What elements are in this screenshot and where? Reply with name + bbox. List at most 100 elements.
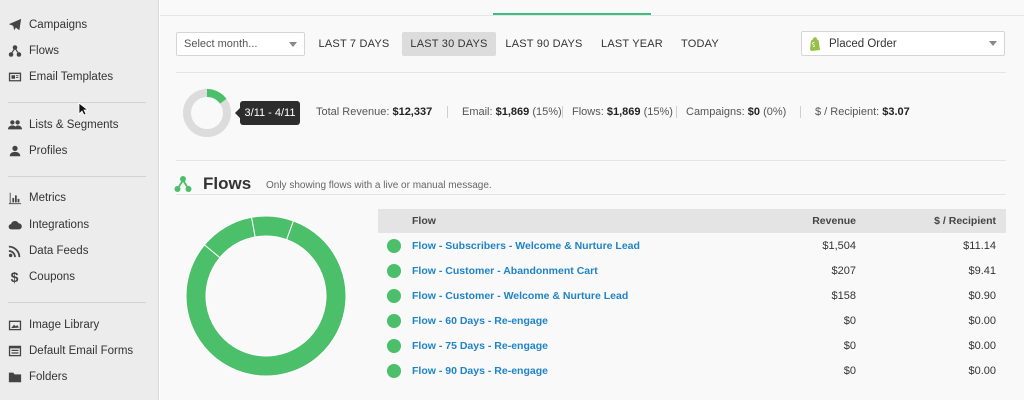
flows-section-title: Flows [203,174,252,193]
stat-label: Campaigns: [686,106,745,118]
sidebar-item-label: Flows [29,45,60,57]
sidebar-item-email-templates[interactable]: Email Templates [0,65,159,89]
stat-value: $3.07 [882,106,910,118]
chevron-down-icon [289,42,297,47]
user-icon [7,144,22,158]
stat-label: Total Revenue: [316,106,390,118]
donut-segment-2 [251,215,295,241]
per-recipient-cell: $11.14 [963,239,996,252]
section-divider [176,194,1006,195]
stat-percent: (15%) [643,106,673,118]
form-icon [7,344,22,358]
top-divider [160,15,1024,16]
flow-link[interactable]: Flow - 60 Days - Re-engage [412,315,548,327]
per-recipient-cell: $0.00 [968,314,996,327]
main-content: Select month... LAST 7 DAYS LAST 30 DAYS… [160,0,1024,400]
range-last-30-days[interactable]: LAST 30 DAYS [402,32,496,56]
column-header-revenue[interactable]: Revenue [812,215,856,227]
column-header-per-recipient[interactable]: $ / Recipient [934,215,996,227]
stat-value: $1,869 [495,106,530,118]
sidebar-item-coupons[interactable]: $ Coupons [0,265,159,289]
sidebar-divider [8,102,146,103]
date-range-tooltip: 3/11 - 4/11 [235,101,300,125]
chevron-down-icon [989,41,997,46]
table-row: Flow - 60 Days - Re-engage $0 $0.00 [378,308,1006,333]
metric-select-value: Placed Order [829,37,897,50]
table-row: Flow - Subscribers - Welcome & Nurture L… [378,233,1006,258]
paper-plane-icon [7,18,22,32]
flow-link[interactable]: Flow - 90 Days - Re-engage [412,365,548,377]
stat-separator [676,106,677,118]
table-row: Flow - Customer - Welcome & Nurture Lead… [378,283,1006,308]
sidebar-item-profiles[interactable]: Profiles [0,139,159,163]
folder-icon [7,370,22,384]
mouse-pointer-icon [78,102,88,116]
per-recipient-cell: $0.00 [968,339,996,352]
revenue-cell: $207 [831,264,856,277]
sidebar: Campaigns Flows Email Templates Lists & … [0,0,159,400]
sidebar-item-label: Profiles [29,145,68,157]
revenue-share-donut [183,89,231,137]
sidebar-item-flows[interactable]: Flows [0,39,159,63]
users-icon [7,118,22,132]
sidebar-item-integrations[interactable]: Integrations [0,213,159,237]
per-recipient-stat: $ / Recipient: $3.07 [815,106,910,118]
month-select-value: Select month... [184,38,258,50]
sidebar-item-label: Image Library [29,319,100,331]
table-row: Flow - 75 Days - Re-engage $0 $0.00 [378,333,1006,358]
sidebar-item-lists-segments[interactable]: Lists & Segments [0,113,159,137]
metric-select[interactable]: Placed Order [801,31,1005,56]
total-revenue-stat: Total Revenue: $12,337 [316,106,432,118]
range-last-90-days[interactable]: LAST 90 DAYS [501,32,587,56]
stat-value: $1,869 [606,106,641,118]
sidebar-item-data-feeds[interactable]: Data Feeds [0,239,159,263]
stat-separator [800,106,801,118]
status-dot [387,363,401,378]
sidebar-item-metrics[interactable]: Metrics [0,186,159,210]
cloud-icon [7,218,22,232]
revenue-cell: $0 [843,314,856,327]
stat-label: Flows: [572,106,604,118]
range-today[interactable]: TODAY [676,32,724,56]
flows-stat: Flows: $1,869 (15%) [572,106,673,118]
flow-link[interactable]: Flow - Subscribers - Welcome & Nurture L… [412,240,640,252]
revenue-cell: $158 [831,289,856,302]
sidebar-item-label: Default Email Forms [29,345,134,357]
range-last-year[interactable]: LAST YEAR [597,32,667,56]
sidebar-item-default-email-forms[interactable]: Default Email Forms [0,339,159,363]
flow-link[interactable]: Flow - 75 Days - Re-engage [412,340,548,352]
flow-link[interactable]: Flow - Customer - Abandonment Cart [412,265,598,277]
sidebar-item-folders[interactable]: Folders [0,365,159,389]
sidebar-item-label: Campaigns [29,19,88,31]
stat-separator [562,106,563,118]
sidebar-item-label: Lists & Segments [29,119,119,131]
sidebar-divider [8,302,146,303]
sidebar-item-image-library[interactable]: Image Library [0,313,159,337]
bar-chart-icon [7,191,22,205]
stat-label: $ / Recipient: [815,106,880,118]
per-recipient-cell: $0.90 [968,289,996,302]
revenue-cell: $0 [843,364,856,377]
sidebar-item-label: Data Feeds [29,245,89,257]
sidebar-item-label: Coupons [29,271,76,283]
sidebar-divider [8,176,146,177]
flows-icon [174,176,192,192]
sidebar-item-label: Integrations [29,219,90,231]
donut-segment-1 [203,216,256,259]
shopify-bag-icon [810,36,820,51]
stat-separator [447,106,448,118]
table-row: Flow - 90 Days - Re-engage $0 $0.00 [378,358,1006,383]
section-divider [176,160,1006,161]
stat-value: $12,337 [392,106,433,118]
sidebar-item-campaigns[interactable]: Campaigns [0,13,159,37]
month-select[interactable]: Select month... [176,32,305,56]
flow-link[interactable]: Flow - Customer - Welcome & Nurture Lead [412,290,628,302]
rss-icon [7,244,22,258]
range-last-7-days[interactable]: LAST 7 DAYS [315,32,393,56]
image-icon [7,318,22,332]
flows-icon [7,44,22,58]
email-template-icon [7,70,22,84]
per-recipient-cell: $9.41 [968,264,996,277]
revenue-cell: $0 [843,339,856,352]
column-header-flow[interactable]: Flow [412,215,436,227]
